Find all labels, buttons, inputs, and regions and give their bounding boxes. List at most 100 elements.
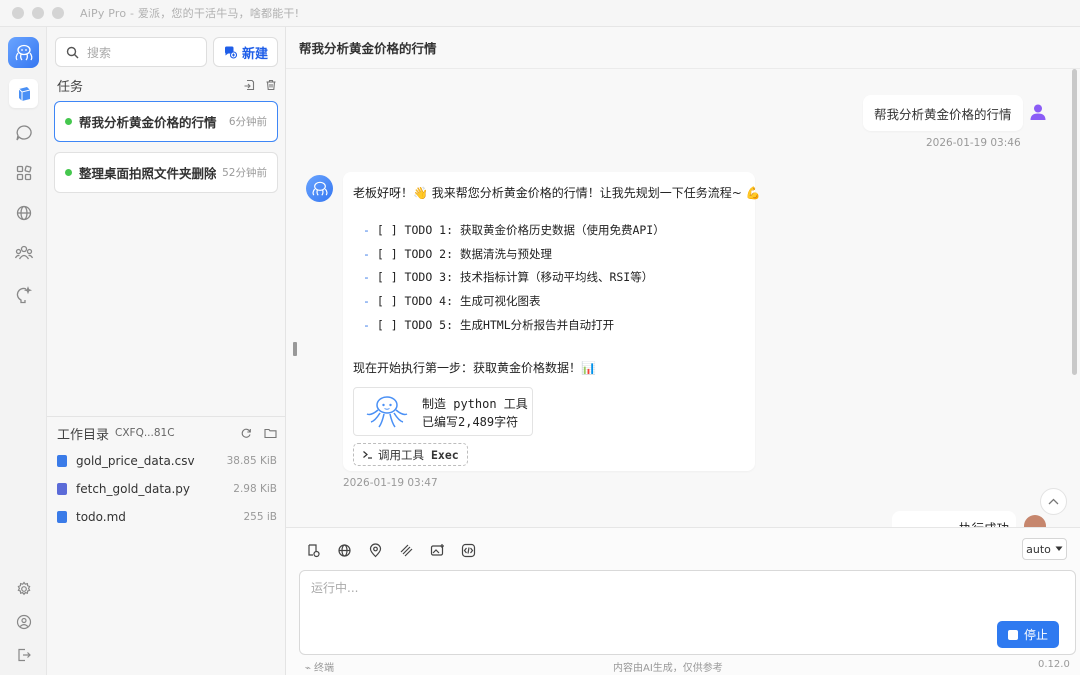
code-tool-icon[interactable] (460, 542, 476, 558)
globe-nav-icon[interactable] (9, 198, 38, 227)
python-file-icon (57, 483, 67, 495)
maximize-window-button[interactable] (52, 7, 64, 19)
chat-title: 帮我分析黄金价格的行情 (286, 27, 1080, 69)
csv-file-icon (57, 455, 67, 467)
refresh-icon[interactable] (240, 427, 252, 439)
task-title: 整理桌面拍照文件夹删除重 (79, 166, 217, 181)
status-dot (65, 118, 72, 125)
assistant-next-step: 现在开始执行第一步：获取黄金价格数据！📊 (353, 361, 596, 375)
message-timestamp: 2026-01-19 03:47 (343, 477, 438, 489)
community-nav-icon[interactable] (9, 238, 38, 267)
location-tool-icon[interactable] (367, 542, 383, 558)
todo-item: - [ ] TODO 2: 数据清洗与预处理 (363, 247, 552, 261)
status-dot (65, 169, 72, 176)
tool-card-subtitle: 已编写2,489字符 (422, 415, 519, 429)
workdir-header: 工作目录 CXFQ...81C (57, 425, 277, 443)
composer-toolbar (305, 542, 476, 558)
status-footer: ⌁ 终端 内容由AI生成，仅供参考 0.12.0 (286, 657, 1080, 674)
todo-item: - [ ] TODO 1: 获取黄金价格历史数据（使用免费API） (363, 223, 665, 237)
stop-button[interactable]: 停止 (997, 621, 1059, 648)
image-tool-icon[interactable] (429, 542, 445, 558)
file-name: gold_price_data.csv (76, 454, 195, 468)
trash-icon[interactable] (265, 79, 277, 91)
logout-icon[interactable] (9, 640, 38, 669)
chat-nav-icon[interactable] (9, 118, 38, 147)
user-avatar (1024, 515, 1046, 527)
scroll-tool-icon[interactable] (305, 542, 321, 558)
task-item[interactable]: 帮我分析黄金价格的行情 6分钟前 (54, 101, 278, 142)
model-select-value: auto (1026, 542, 1051, 556)
apps-nav-icon[interactable] (9, 158, 38, 187)
message-list: 帮我分析黄金价格的行情 2026-01-19 03:46 老板好呀！👋 我来帮您… (286, 69, 1080, 527)
file-name: todo.md (76, 510, 126, 524)
minimize-window-button[interactable] (32, 7, 44, 19)
task-time: 52分钟前 (222, 167, 267, 179)
assistant-message-bubble: 老板好呀！👋 我来帮您分析黄金价格的行情！让我先规划一下任务流程~ 💪 - [ … (343, 172, 761, 471)
new-task-label: 新建 (241, 46, 268, 62)
sidebar-resize-handle[interactable] (293, 342, 297, 356)
file-size: 38.85 KiB (226, 455, 277, 467)
folder-icon[interactable] (264, 427, 277, 439)
tool-build-card[interactable]: 制造 python 工具 已编写2,489字符 (353, 387, 533, 436)
terminal-icon: ⌁ (305, 663, 312, 674)
file-name: fetch_gold_data.py (76, 482, 190, 496)
workdir-title: 工作目录 (57, 427, 110, 443)
window-title: AiPy Pro - 爱派，您的干活牛马，啥都能干! (80, 7, 300, 20)
task-time: 6分钟前 (228, 116, 267, 128)
app-version: 0.12.0 (1038, 659, 1070, 670)
assistant-greeting: 老板好呀！👋 我来帮您分析黄金价格的行情！让我先规划一下任务流程~ 💪 (353, 186, 761, 200)
export-icon[interactable] (243, 79, 255, 91)
todo-item: - [ ] TODO 5: 生成HTML分析报告并自动打开 (363, 318, 615, 332)
partial-message-bubble: 执行成功 (892, 511, 1016, 527)
title-bar: AiPy Pro - 爱派，您的干活牛马，啥都能干! (0, 0, 1080, 27)
tasks-section-header: 任务 (57, 77, 277, 95)
new-chat-icon (224, 46, 237, 59)
task-item[interactable]: 整理桌面拍照文件夹删除重 52分钟前 (54, 152, 278, 193)
todo-item: - [ ] TODO 4: 生成可视化图表 (363, 294, 541, 308)
scroll-up-button[interactable] (1040, 488, 1067, 515)
stop-icon (1007, 629, 1018, 640)
task-sidebar: 搜索 新建 任务 帮我分析黄金价格的行情 6分钟前 整理桌面拍照文件夹删除重 5… (47, 27, 286, 675)
input-placeholder: 运行中... (311, 581, 359, 595)
message-input[interactable]: 运行中... 停止 (299, 570, 1076, 655)
globe-tool-icon[interactable] (336, 542, 352, 558)
working-directory-panel: 工作目录 CXFQ...81C gold_price_data.csv 38.8… (47, 416, 286, 675)
search-input[interactable]: 搜索 (55, 37, 207, 67)
model-select[interactable]: auto (1022, 538, 1067, 560)
file-item[interactable]: todo.md 255 iB (57, 507, 277, 527)
tool-card-title: 制造 python 工具 (422, 397, 528, 411)
tasks-header-label: 任务 (57, 79, 84, 95)
new-task-button[interactable]: 新建 (213, 37, 278, 67)
terminal-toggle[interactable]: ⌁ 终端 (305, 659, 334, 674)
icon-rail (0, 27, 47, 675)
account-icon[interactable] (9, 607, 38, 636)
exec-tool-name: Exec (431, 447, 459, 462)
close-window-button[interactable] (12, 7, 24, 19)
chevron-up-icon (1048, 498, 1059, 505)
tasks-nav-icon[interactable] (9, 79, 38, 108)
user-message-bubble: 帮我分析黄金价格的行情 (863, 95, 1023, 131)
file-item[interactable]: fetch_gold_data.py 2.98 KiB (57, 479, 277, 499)
message-timestamp: 2026-01-19 03:46 (926, 137, 1021, 149)
settings-icon[interactable] (9, 574, 38, 603)
chat-panel: 帮我分析黄金价格的行情 帮我分析黄金价格的行情 2026-01-19 03:46… (286, 27, 1080, 675)
exec-tool-button[interactable]: 调用工具 Exec (353, 443, 468, 466)
todo-item: - [ ] TODO 3: 技术指标计算（移动平均线、RSI等） (363, 270, 654, 284)
chat-scrollbar[interactable] (1072, 69, 1077, 375)
ai-disclaimer: 内容由AI生成，仅供参考 (613, 663, 723, 674)
ai-assistant-nav-icon[interactable] (9, 280, 38, 309)
search-placeholder: 搜索 (87, 45, 112, 60)
assistant-avatar-icon (306, 175, 333, 202)
file-size: 2.98 KiB (233, 483, 277, 495)
chevron-down-icon (1055, 546, 1063, 551)
user-avatar-icon (1030, 104, 1046, 120)
app-logo-icon (8, 37, 39, 68)
layers-tool-icon[interactable] (398, 542, 414, 558)
search-icon (66, 46, 79, 58)
task-title: 帮我分析黄金价格的行情 (79, 115, 217, 130)
workdir-path[interactable]: CXFQ...81C (115, 427, 175, 439)
stop-label: 停止 (1023, 628, 1048, 642)
exec-label: 调用工具 (378, 447, 424, 462)
file-item[interactable]: gold_price_data.csv 38.85 KiB (57, 451, 277, 471)
window-controls (12, 7, 64, 19)
